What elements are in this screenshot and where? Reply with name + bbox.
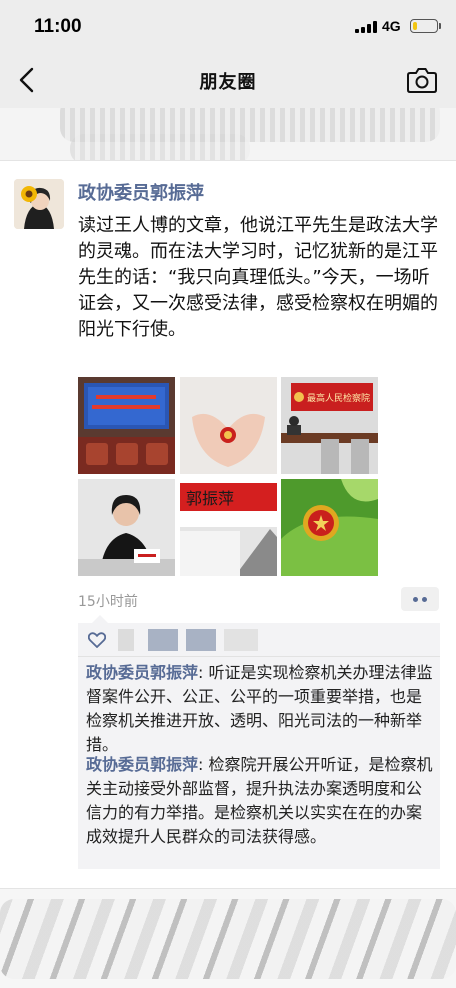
liker-names-blurred <box>118 629 134 651</box>
comment-separator: : <box>198 755 209 774</box>
liker-avatar-blurred <box>186 629 216 651</box>
nav-bar: 朋友圈 <box>0 52 456 108</box>
post-text: 读过王人博的文章，他说江平先生是政法大学的灵魂。而在法大学习时，记忆犹新的是江平… <box>78 215 438 340</box>
chevron-left-icon <box>19 67 34 93</box>
moment-post: 政协委员郭振萍 读过王人博的文章，他说江平先生是政法大学的灵魂。而在法大学习时，… <box>0 160 456 888</box>
author-name[interactable]: 政协委员郭振萍 <box>78 179 204 205</box>
comment-author[interactable]: 政协委员郭振萍 <box>86 663 198 682</box>
signal-icon <box>355 21 377 33</box>
battery-tip <box>439 23 441 29</box>
previous-post-blurred <box>0 108 456 160</box>
comment-separator: : <box>198 663 209 682</box>
status-time: 11:00 <box>34 16 82 37</box>
board-sign-text: 最高人民检察院 <box>307 392 370 404</box>
photo-5-name-plate[interactable]: 郭振萍 <box>180 479 277 576</box>
post-timestamp: 15小时前 <box>78 594 138 610</box>
comment: 政协委员郭振萍: 检察院开展公开听证，是检察机关主动接受外部监督，提升执法办案透… <box>86 753 436 849</box>
heart-icon <box>88 632 106 648</box>
comment-section: 政协委员郭振萍: 听证是实现检察机关办理法律监督案件公开、公正、公平的一项重要举… <box>78 615 440 869</box>
battery-icon <box>410 19 438 33</box>
photo-3-hearing-room[interactable]: 最高人民检察院 <box>281 377 378 474</box>
camera-icon <box>407 68 437 93</box>
comment-author[interactable]: 政协委员郭振萍 <box>86 755 198 774</box>
photo-4-woman-at-desk[interactable] <box>78 479 175 576</box>
photo-2-hands-badge[interactable] <box>180 377 277 474</box>
avatar[interactable] <box>14 179 64 229</box>
photo-1-meeting-screen[interactable] <box>78 377 175 474</box>
network-label: 4G <box>382 18 401 34</box>
name-plate-text: 郭振萍 <box>186 489 234 508</box>
next-post-blurred <box>0 888 456 988</box>
comment: 政协委员郭振萍: 听证是实现检察机关办理法律监督案件公开、公正、公平的一项重要举… <box>86 661 436 757</box>
liker-avatar-blurred <box>148 629 178 651</box>
avatar-photo <box>14 179 64 229</box>
status-bar: 11:00 4G <box>0 0 456 52</box>
photo-6-national-emblem[interactable] <box>281 479 378 576</box>
back-button[interactable] <box>10 60 46 100</box>
more-dots-icon <box>413 597 418 602</box>
liker-names-blurred <box>224 629 258 651</box>
likes-row <box>78 623 440 657</box>
page-title: 朋友圈 <box>199 72 257 93</box>
more-actions-button[interactable] <box>401 587 439 611</box>
camera-button[interactable] <box>404 64 440 96</box>
